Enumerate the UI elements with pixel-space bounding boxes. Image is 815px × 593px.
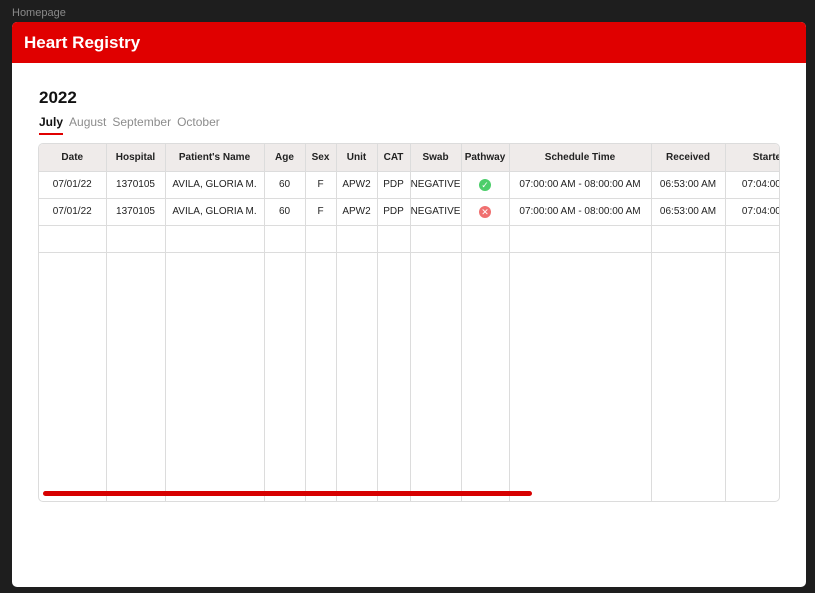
cell-pathway: ✕ — [461, 198, 510, 226]
col-header-unit[interactable]: Unit — [336, 144, 378, 172]
col-header-started[interactable]: Started — [725, 144, 779, 172]
cell-started: 07:04:00 AM — [725, 198, 779, 226]
app-title: Heart Registry — [24, 32, 141, 52]
cell-sex: F — [305, 171, 337, 199]
table-header-row: Date Hospital Patient's Name Age Sex Uni… — [39, 144, 779, 172]
col-header-cat[interactable]: CAT — [377, 144, 411, 172]
col-header-schedule-time[interactable]: Schedule Time — [509, 144, 652, 172]
tab-july[interactable]: July — [39, 115, 64, 135]
cell-sex: F — [305, 198, 337, 226]
cell-received: 06:53:00 AM — [651, 171, 726, 199]
col-header-pathway[interactable]: Pathway — [461, 144, 510, 172]
x-icon: ✕ — [479, 205, 491, 218]
horizontal-scrollbar[interactable] — [43, 491, 532, 496]
app-window: Heart Registry 2022 July August Septembe… — [12, 22, 806, 587]
col-header-received[interactable]: Received — [651, 144, 726, 172]
table-row[interactable]: 07/01/22 1370105 AVILA, GLORIA M. 60 F A… — [39, 171, 779, 199]
tab-september[interactable]: September — [112, 115, 171, 135]
cell-pathway: ✓ — [461, 171, 510, 199]
col-header-swab[interactable]: Swab — [410, 144, 462, 172]
cell-patient-name: AVILA, GLORIA M. — [165, 198, 265, 226]
empty-row — [39, 225, 779, 253]
col-header-age[interactable]: Age — [264, 144, 306, 172]
col-header-hospital[interactable]: Hospital — [106, 144, 166, 172]
col-header-date[interactable]: Date — [39, 144, 107, 172]
cell-age: 60 — [264, 171, 306, 199]
registry-table: Date Hospital Patient's Name Age Sex Uni… — [39, 144, 779, 501]
cell-schedule-time: 07:00:00 AM - 08:00:00 AM — [509, 198, 652, 226]
month-tabs: July August September October — [39, 115, 220, 135]
frame-label: Homepage — [12, 7, 66, 19]
cell-swab: NEGATIVE — [410, 198, 462, 226]
app-header: Heart Registry — [12, 22, 806, 63]
cell-patient-name: AVILA, GLORIA M. — [165, 171, 265, 199]
col-header-patient-name[interactable]: Patient's Name — [165, 144, 265, 172]
year-heading: 2022 — [39, 88, 77, 107]
table-row[interactable]: 07/01/22 1370105 AVILA, GLORIA M. 60 F A… — [39, 198, 779, 226]
cell-age: 60 — [264, 198, 306, 226]
cell-cat: PDP — [377, 171, 411, 199]
col-header-sex[interactable]: Sex — [305, 144, 337, 172]
cell-started: 07:04:00 AM — [725, 171, 779, 199]
check-icon: ✓ — [479, 178, 491, 191]
cell-date: 07/01/22 — [39, 171, 107, 199]
tab-october[interactable]: October — [177, 115, 220, 135]
cell-swab: NEGATIVE — [410, 171, 462, 199]
tab-august[interactable]: August — [69, 115, 106, 135]
cell-hospital: 1370105 — [106, 171, 166, 199]
cell-unit: APW2 — [336, 198, 378, 226]
cell-hospital: 1370105 — [106, 198, 166, 226]
cell-date: 07/01/22 — [39, 198, 107, 226]
cell-cat: PDP — [377, 198, 411, 226]
empty-filler-row — [39, 252, 779, 501]
cell-schedule-time: 07:00:00 AM - 08:00:00 AM — [509, 171, 652, 199]
registry-table-container: Date Hospital Patient's Name Age Sex Uni… — [38, 143, 780, 502]
cell-received: 06:53:00 AM — [651, 198, 726, 226]
cell-unit: APW2 — [336, 171, 378, 199]
